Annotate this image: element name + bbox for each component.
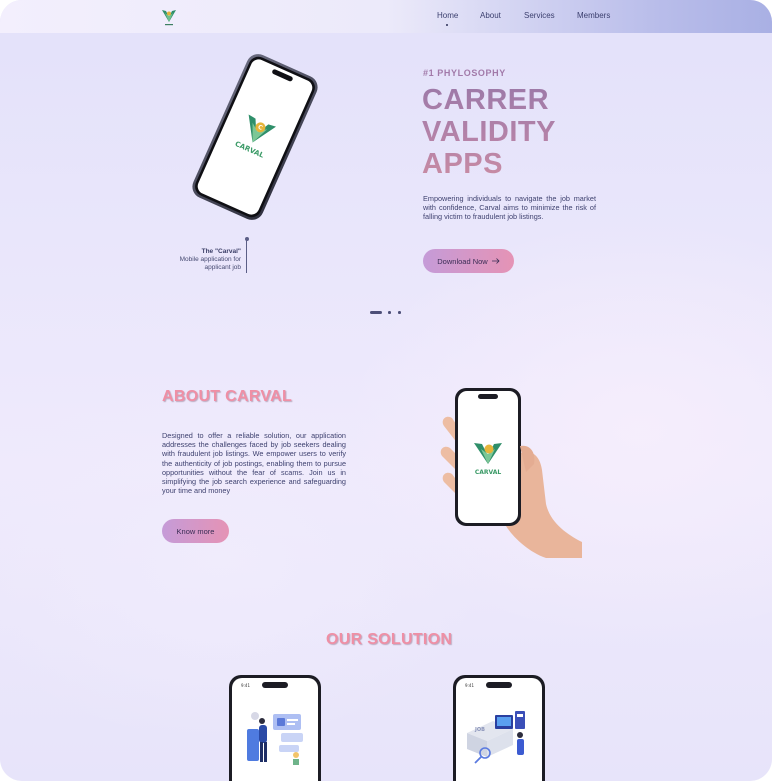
download-now-label: Download Now: [437, 256, 488, 266]
caption-line-2: applicant job: [204, 264, 242, 271]
know-more-button[interactable]: Know more: [162, 519, 229, 543]
carousel-dot[interactable]: [388, 311, 391, 314]
hero-description: Empowering individuals to navigate the j…: [423, 194, 596, 222]
hero-title: CARRER VALIDITY APPS: [422, 84, 556, 180]
hero-phone-mockup: C CARVAL: [192, 54, 318, 220]
caption-pointer-line: [246, 240, 247, 273]
solution-title: OUR SOLUTION: [326, 631, 453, 648]
download-now-button[interactable]: Download Now: [423, 249, 514, 273]
about-phone-brand: CARVAL: [475, 469, 502, 476]
landing-page: Home About Services Members C CARVAL The…: [0, 0, 772, 781]
status-time: 9:41: [241, 683, 250, 688]
about-description: Designed to offer a reliable solution, o…: [162, 431, 346, 496]
hero-eyebrow: #1 PHYLOSOPHY: [423, 68, 506, 78]
about-title: ABOUT CARVAL: [162, 388, 293, 405]
svg-text:JOB: JOB: [474, 727, 485, 733]
nav-members-link[interactable]: Members: [577, 11, 610, 20]
caption-title: The "Carval": [201, 248, 241, 255]
carval-logo-icon[interactable]: [160, 5, 178, 27]
hero-title-line-1: CARRER: [422, 84, 550, 116]
top-navbar: Home About Services Members: [0, 0, 772, 33]
arrow-right-icon: [491, 258, 500, 264]
carousel-dot[interactable]: [398, 311, 401, 314]
nav-services-link[interactable]: Services: [524, 11, 555, 20]
know-more-label: Know more: [176, 526, 215, 536]
nav-about-link[interactable]: About: [480, 11, 501, 20]
caption-line-1: Mobile application for: [179, 256, 241, 263]
solution-phone-left: 9:41: [229, 675, 321, 781]
solution-phone-right: 9:41 JOB: [453, 675, 545, 781]
carousel-dot-active[interactable]: [370, 311, 382, 314]
hero-title-line-3: APPS: [422, 148, 503, 180]
hand-holding-phone-image: CARVAL: [440, 388, 582, 558]
status-time: 9:41: [465, 683, 474, 688]
hero-title-line-2: VALIDITY: [422, 116, 556, 148]
hero-phone-caption: The "Carval" Mobile application for appl…: [160, 248, 241, 272]
nav-home-link[interactable]: Home: [437, 11, 458, 20]
active-indicator: [446, 24, 448, 26]
